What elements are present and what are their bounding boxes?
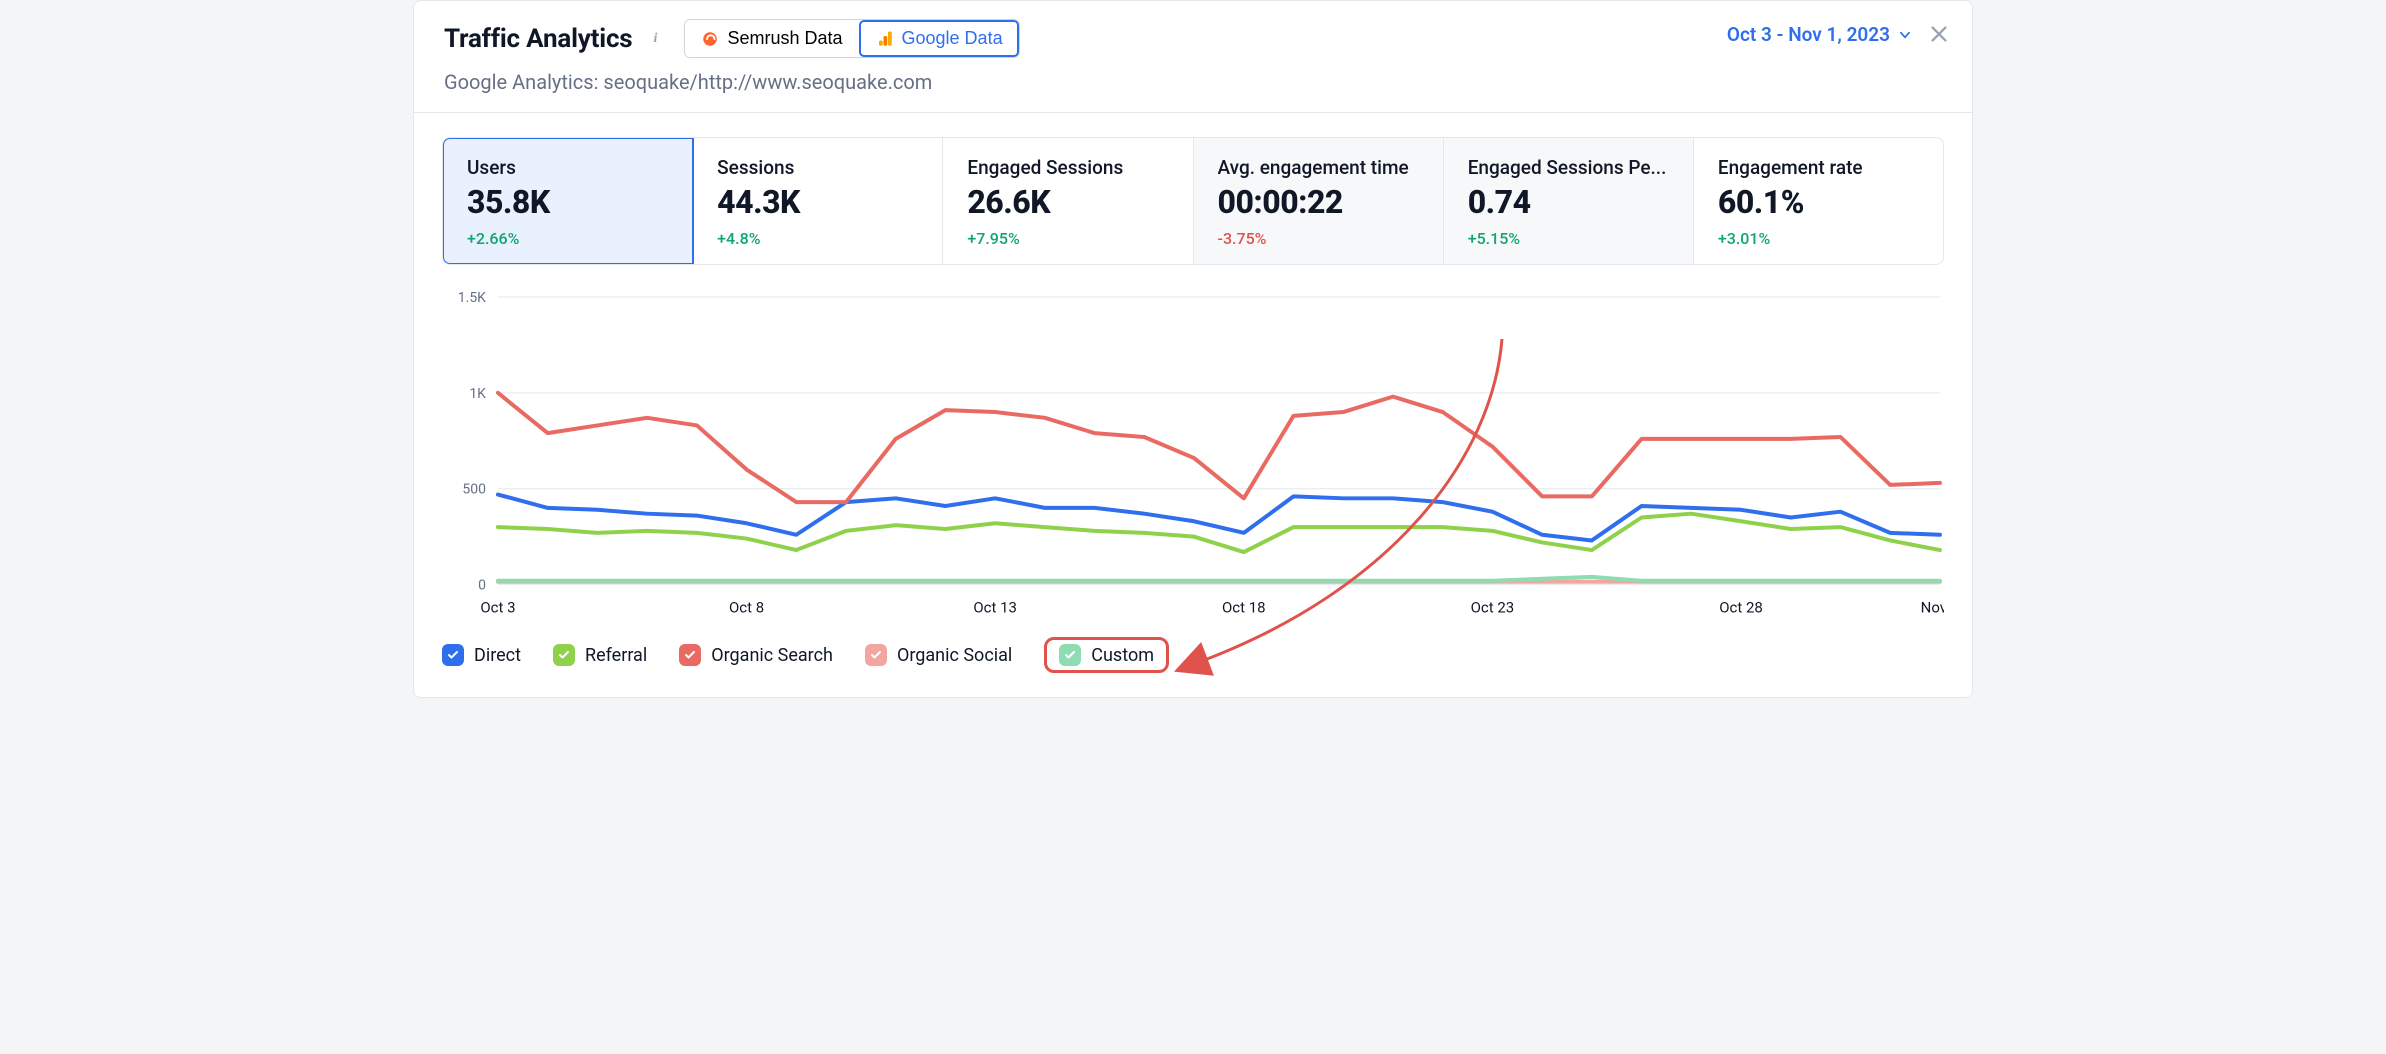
traffic-chart[interactable]: 0 500 1K 1.5K Oct 3 Oct 8 Oct 13 Oct 18 Oct 23 Oc… xyxy=(442,289,1944,619)
svg-text:Oct 8: Oct 8 xyxy=(729,599,764,617)
semrush-icon xyxy=(701,30,719,48)
metric-card[interactable]: Engaged Sessions 26.6K +7.95% xyxy=(943,138,1193,264)
subtitle: Google Analytics: seoquake/http://www.se… xyxy=(444,70,1944,94)
legend-checkbox[interactable] xyxy=(679,644,701,666)
metric-delta: +3.01% xyxy=(1718,229,1919,248)
legend-label: Referral xyxy=(585,645,647,666)
metric-value: 44.3K xyxy=(717,183,918,221)
google-analytics-icon xyxy=(876,30,894,48)
metric-delta: +2.66% xyxy=(467,229,668,248)
legend-checkbox[interactable] xyxy=(442,644,464,666)
data-source-toggle: Semrush Data Google Data xyxy=(684,19,1019,58)
metric-card[interactable]: Avg. engagement time 00:00:22 -3.75% xyxy=(1194,138,1444,264)
metric-value: 26.6K xyxy=(967,183,1168,221)
metric-card[interactable]: Engagement rate 60.1% +3.01% xyxy=(1694,138,1943,264)
metric-delta: +4.8% xyxy=(717,229,918,248)
check-icon xyxy=(870,649,882,661)
metric-value: 35.8K xyxy=(467,183,668,221)
close-button[interactable] xyxy=(1928,23,1950,45)
legend-item-organic-search[interactable]: Organic Search xyxy=(679,644,833,666)
svg-text:1.5K: 1.5K xyxy=(458,290,486,306)
legend-label: Custom xyxy=(1091,645,1154,666)
metric-value: 00:00:22 xyxy=(1218,183,1419,221)
check-icon xyxy=(684,649,696,661)
legend-checkbox[interactable] xyxy=(865,644,887,666)
legend-label: Organic Social xyxy=(897,645,1012,666)
metric-card[interactable]: Sessions 44.3K +4.8% xyxy=(693,138,943,264)
svg-text:Oct 23: Oct 23 xyxy=(1471,599,1515,617)
svg-text:Oct 28: Oct 28 xyxy=(1719,599,1763,617)
metric-label: Engagement rate xyxy=(1718,156,1919,179)
metrics-row: Users 35.8K +2.66% Sessions 44.3K +4.8% Engage… xyxy=(442,137,1944,265)
metric-label: Sessions xyxy=(717,156,918,179)
svg-text:Oct 13: Oct 13 xyxy=(973,599,1017,617)
legend-checkbox[interactable] xyxy=(553,644,575,666)
svg-text:Oct 3: Oct 3 xyxy=(480,599,515,617)
legend-item-custom[interactable]: Custom xyxy=(1044,637,1169,673)
header: Traffic Analytics i Semrush Data Google … xyxy=(414,1,1972,113)
svg-text:500: 500 xyxy=(462,482,486,498)
chart-svg: 0 500 1K 1.5K Oct 3 Oct 8 Oct 13 Oct 18 Oct 23 Oc… xyxy=(442,289,1944,619)
info-icon[interactable]: i xyxy=(646,30,664,48)
svg-text:1K: 1K xyxy=(469,386,486,402)
legend-label: Organic Search xyxy=(711,645,833,666)
svg-text:Nov 1: Nov 1 xyxy=(1921,599,1944,617)
check-icon xyxy=(558,649,570,661)
metric-card[interactable]: Engaged Sessions Pe... 0.74 +5.15% xyxy=(1444,138,1694,264)
date-range-picker[interactable]: Oct 3 - Nov 1, 2023 xyxy=(1727,23,1912,46)
legend-checkbox[interactable] xyxy=(1059,644,1081,666)
metric-label: Engaged Sessions Pe... xyxy=(1468,156,1669,179)
chart-legend: Direct Referral Organic Search Organic Soci… xyxy=(442,637,1944,673)
legend-item-organic-social[interactable]: Organic Social xyxy=(865,644,1012,666)
chevron-down-icon xyxy=(1898,28,1912,42)
google-data-button[interactable]: Google Data xyxy=(859,20,1019,57)
page-title: Traffic Analytics xyxy=(444,24,632,54)
metric-card[interactable]: Users 35.8K +2.66% xyxy=(443,138,693,264)
metric-label: Avg. engagement time xyxy=(1218,156,1419,179)
legend-item-referral[interactable]: Referral xyxy=(553,644,647,666)
metric-delta: +7.95% xyxy=(967,229,1168,248)
check-icon xyxy=(1064,649,1076,661)
check-icon xyxy=(447,649,459,661)
metric-label: Engaged Sessions xyxy=(967,156,1168,179)
metric-delta: +5.15% xyxy=(1468,229,1669,248)
semrush-data-button[interactable]: Semrush Data xyxy=(685,20,858,57)
metric-value: 0.74 xyxy=(1468,183,1669,221)
metric-label: Users xyxy=(467,156,668,179)
close-icon xyxy=(1928,23,1950,45)
svg-text:0: 0 xyxy=(478,578,486,594)
metric-delta: -3.75% xyxy=(1218,229,1419,248)
metric-value: 60.1% xyxy=(1718,183,1919,221)
svg-text:Oct 18: Oct 18 xyxy=(1222,599,1266,617)
legend-item-direct[interactable]: Direct xyxy=(442,644,521,666)
legend-label: Direct xyxy=(474,645,521,666)
